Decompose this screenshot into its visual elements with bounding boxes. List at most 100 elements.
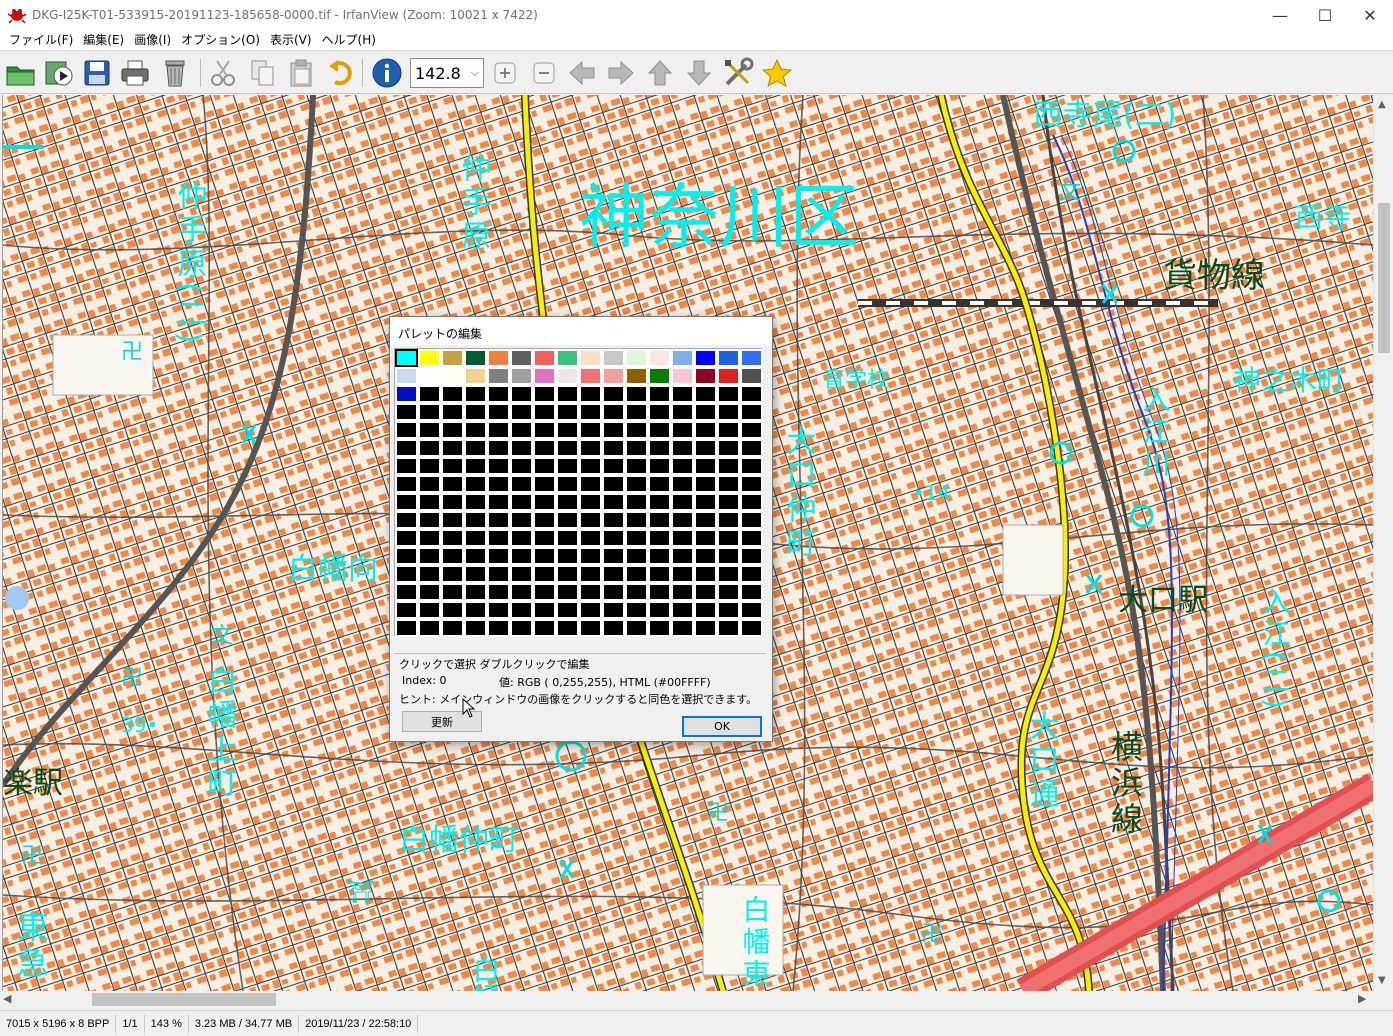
palette-swatch[interactable] xyxy=(487,601,510,619)
palette-swatch[interactable] xyxy=(487,493,510,511)
palette-swatch[interactable] xyxy=(464,385,487,403)
palette-swatch[interactable] xyxy=(464,475,487,493)
palette-swatch[interactable] xyxy=(556,547,579,565)
palette-swatch[interactable] xyxy=(740,619,763,637)
palette-swatch[interactable] xyxy=(671,565,694,583)
settings-button[interactable] xyxy=(721,57,755,89)
palette-swatch[interactable] xyxy=(602,385,625,403)
palette-swatch[interactable] xyxy=(533,583,556,601)
palette-swatch[interactable] xyxy=(625,511,648,529)
first-button[interactable] xyxy=(643,57,677,89)
palette-swatch[interactable] xyxy=(648,529,671,547)
palette-swatch[interactable] xyxy=(694,529,717,547)
palette-swatch[interactable] xyxy=(671,619,694,637)
palette-swatch[interactable] xyxy=(533,547,556,565)
palette-swatch[interactable] xyxy=(579,529,602,547)
horizontal-scroll-thumb[interactable] xyxy=(92,993,276,1006)
palette-swatch[interactable] xyxy=(648,547,671,565)
minimize-button[interactable]: — xyxy=(1257,0,1303,30)
palette-swatch[interactable] xyxy=(671,439,694,457)
palette-swatch[interactable] xyxy=(579,439,602,457)
palette-swatch[interactable] xyxy=(625,601,648,619)
palette-swatch[interactable] xyxy=(556,565,579,583)
palette-swatch[interactable] xyxy=(602,421,625,439)
palette-swatch[interactable] xyxy=(395,565,418,583)
palette-swatch[interactable] xyxy=(648,565,671,583)
palette-swatch[interactable] xyxy=(395,403,418,421)
palette-swatch[interactable] xyxy=(418,565,441,583)
palette-swatch[interactable] xyxy=(671,601,694,619)
palette-swatch[interactable] xyxy=(740,547,763,565)
palette-swatch[interactable] xyxy=(602,511,625,529)
palette-swatch[interactable] xyxy=(418,457,441,475)
palette-swatch[interactable] xyxy=(740,511,763,529)
palette-swatch[interactable] xyxy=(579,493,602,511)
palette-swatch[interactable] xyxy=(464,619,487,637)
palette-swatch[interactable] xyxy=(418,349,441,367)
palette-swatch[interactable] xyxy=(441,367,464,385)
palette-swatch[interactable] xyxy=(694,385,717,403)
favorite-button[interactable] xyxy=(760,57,794,89)
palette-swatch[interactable] xyxy=(579,511,602,529)
palette-swatch[interactable] xyxy=(533,421,556,439)
palette-swatch[interactable] xyxy=(671,475,694,493)
palette-swatch[interactable] xyxy=(418,601,441,619)
palette-swatch[interactable] xyxy=(533,565,556,583)
palette-swatch[interactable] xyxy=(556,385,579,403)
palette-swatch[interactable] xyxy=(740,421,763,439)
palette-swatch[interactable] xyxy=(602,601,625,619)
palette-swatch[interactable] xyxy=(717,619,740,637)
palette-swatch[interactable] xyxy=(418,511,441,529)
chevron-down-icon[interactable]: ⌵ xyxy=(471,66,479,80)
palette-swatch[interactable] xyxy=(602,403,625,421)
palette-swatch[interactable] xyxy=(395,583,418,601)
palette-swatch[interactable] xyxy=(510,349,533,367)
palette-swatch[interactable] xyxy=(602,529,625,547)
palette-swatch[interactable] xyxy=(648,439,671,457)
palette-swatch[interactable] xyxy=(694,439,717,457)
palette-swatch[interactable] xyxy=(441,565,464,583)
palette-swatch[interactable] xyxy=(533,619,556,637)
menu-file[interactable]: ファイル(F) xyxy=(4,30,78,50)
palette-swatch[interactable] xyxy=(694,367,717,385)
palette-swatch[interactable] xyxy=(648,349,671,367)
palette-swatch[interactable] xyxy=(717,385,740,403)
palette-swatch[interactable] xyxy=(533,493,556,511)
palette-swatch[interactable] xyxy=(671,583,694,601)
horizontal-scrollbar[interactable]: ◀ ▶ xyxy=(0,991,1373,1008)
palette-swatch[interactable] xyxy=(740,493,763,511)
palette-swatch[interactable] xyxy=(671,529,694,547)
palette-swatch[interactable] xyxy=(740,439,763,457)
palette-swatch[interactable] xyxy=(671,421,694,439)
palette-swatch[interactable] xyxy=(579,619,602,637)
palette-swatch[interactable] xyxy=(579,547,602,565)
palette-swatch[interactable] xyxy=(533,349,556,367)
palette-swatch[interactable] xyxy=(694,403,717,421)
palette-swatch[interactable] xyxy=(579,583,602,601)
palette-swatch[interactable] xyxy=(510,367,533,385)
palette-swatch[interactable] xyxy=(533,457,556,475)
palette-swatch[interactable] xyxy=(510,439,533,457)
ok-button[interactable]: OK xyxy=(682,716,762,737)
palette-swatch[interactable] xyxy=(556,493,579,511)
palette-swatch[interactable] xyxy=(464,529,487,547)
palette-swatch[interactable] xyxy=(510,529,533,547)
undo-button[interactable] xyxy=(324,57,358,89)
palette-swatch[interactable] xyxy=(556,439,579,457)
palette-swatch[interactable] xyxy=(671,385,694,403)
palette-swatch[interactable] xyxy=(510,475,533,493)
palette-swatch[interactable] xyxy=(625,439,648,457)
palette-swatch[interactable] xyxy=(395,529,418,547)
scroll-up-arrow[interactable]: ▲ xyxy=(1378,99,1386,110)
palette-swatch[interactable] xyxy=(671,493,694,511)
palette-swatch[interactable] xyxy=(625,385,648,403)
last-button[interactable] xyxy=(682,57,716,89)
palette-swatch[interactable] xyxy=(625,493,648,511)
palette-swatch[interactable] xyxy=(602,547,625,565)
palette-swatch[interactable] xyxy=(740,403,763,421)
palette-swatch[interactable] xyxy=(579,421,602,439)
palette-swatch[interactable] xyxy=(717,547,740,565)
palette-swatch[interactable] xyxy=(717,529,740,547)
close-button[interactable]: ✕ xyxy=(1347,0,1393,30)
palette-swatch[interactable] xyxy=(602,583,625,601)
